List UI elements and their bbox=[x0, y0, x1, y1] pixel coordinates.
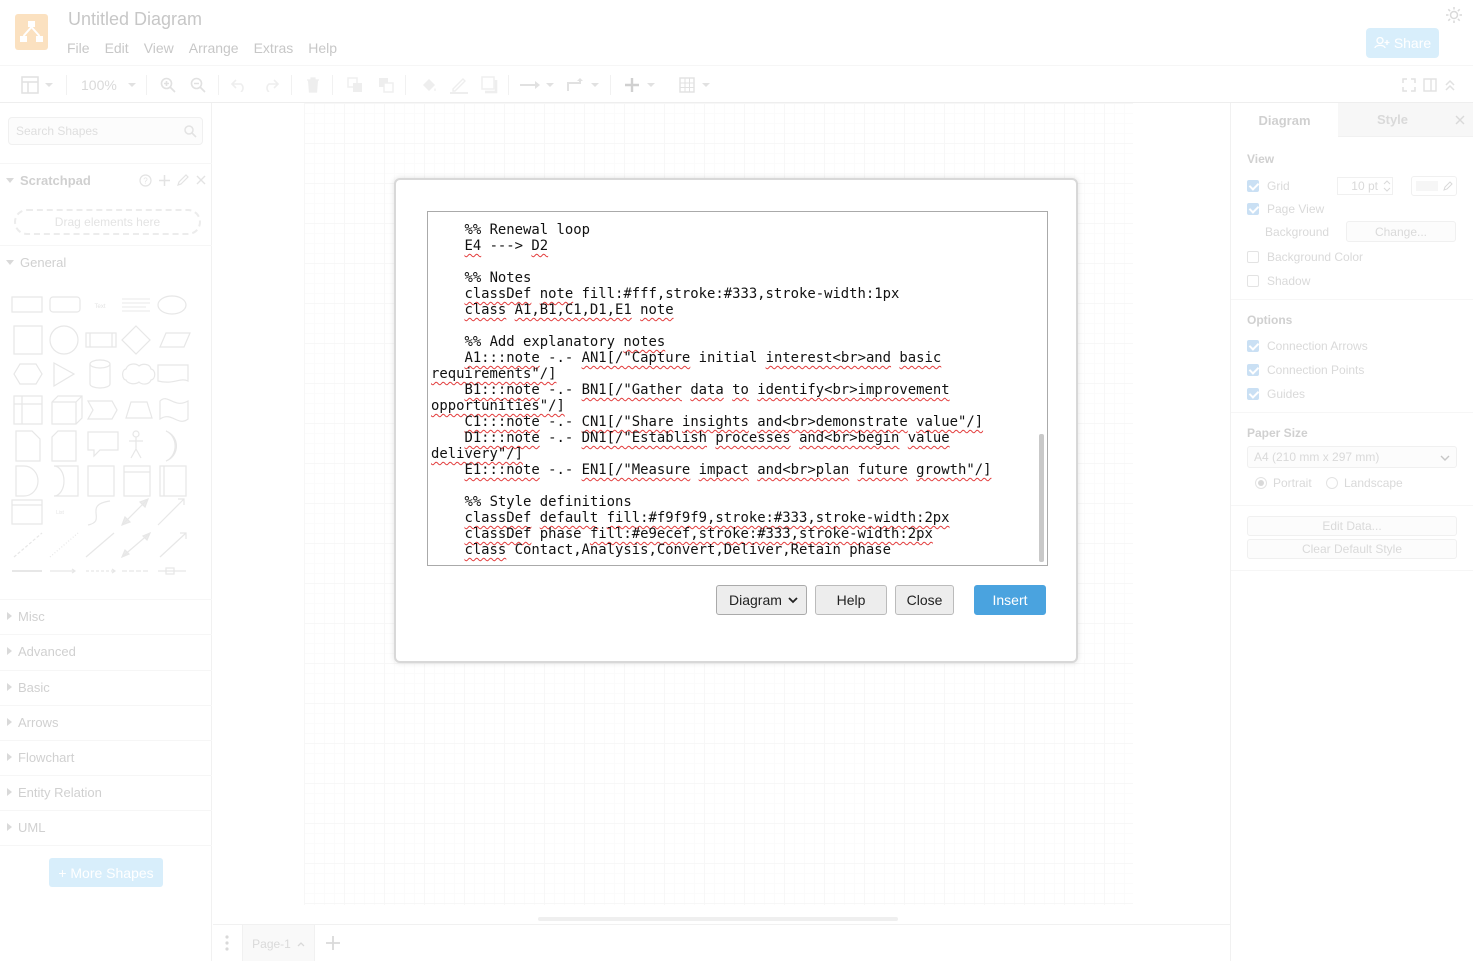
code-line: delivery"/] bbox=[431, 446, 523, 462]
code-line: classDef phase fill:#e9ecef,stroke:#333,… bbox=[464, 526, 933, 542]
code-line: classDef note fill:#fff,stroke:#333,stro… bbox=[464, 286, 900, 302]
mermaid-code-textarea[interactable]: ^^^^^^^^ ^^^^^^^^ %% Renewal loop E4 ---… bbox=[427, 211, 1048, 566]
code-line: class Contact,Analysis,Convert,Deliver,R… bbox=[464, 542, 892, 558]
code-line: %% Renewal loop bbox=[464, 222, 590, 238]
code-line: %% Add explanatory notes bbox=[464, 334, 666, 350]
code-line: E1:::note -.- EN1[/"Measure impact and<b… bbox=[464, 462, 992, 478]
code-line: class A1,B1,C1,D1,E1 note bbox=[464, 302, 674, 318]
chevron-down-icon bbox=[788, 596, 798, 603]
code-line: A1:::note -.- AN1[/"Capture initial inte… bbox=[464, 350, 942, 366]
code-line: ^^^^^^^^ ^^^^^^^^ bbox=[464, 211, 641, 222]
help-button[interactable]: Help bbox=[815, 585, 887, 615]
code-line: classDef default fill:#f9f9f9,stroke:#33… bbox=[464, 510, 950, 526]
code-line: D1:::note -.- DN1[/"Establish processes … bbox=[464, 430, 950, 446]
diagram-type-value: Diagram bbox=[729, 592, 782, 608]
code-line: requirements"/] bbox=[431, 366, 557, 382]
code-line: C1:::note -.- CN1[/"Share insights and<b… bbox=[464, 414, 984, 430]
code-line: opportunities"/] bbox=[431, 398, 565, 414]
code-content: ^^^^^^^^ ^^^^^^^^ %% Renewal loop E4 ---… bbox=[431, 211, 992, 558]
code-line: %% Notes bbox=[464, 270, 532, 286]
close-button[interactable]: Close bbox=[895, 585, 954, 615]
mermaid-insert-dialog: ^^^^^^^^ ^^^^^^^^ %% Renewal loop E4 ---… bbox=[394, 178, 1078, 663]
code-line: E4 ---> D2 bbox=[464, 238, 549, 254]
diagram-type-select[interactable]: Diagram bbox=[716, 585, 807, 615]
code-line: %% Style definitions bbox=[464, 494, 632, 510]
code-line: B1:::note -.- BN1[/"Gather data to ident… bbox=[464, 382, 950, 398]
vertical-scrollbar[interactable] bbox=[1039, 434, 1044, 562]
insert-button[interactable]: Insert bbox=[974, 585, 1046, 615]
